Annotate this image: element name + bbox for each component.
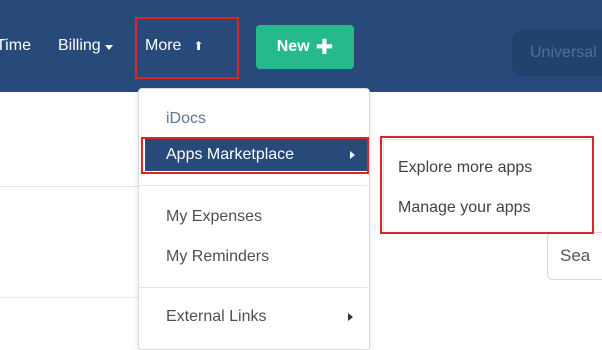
menu-item-label: iDocs: [166, 110, 207, 127]
nav-item-time-label: Time: [0, 37, 31, 54]
page-search-placeholder: Sea: [560, 246, 591, 265]
new-button-label: New: [276, 38, 310, 55]
menu-divider: [139, 287, 367, 288]
page-search-input[interactable]: Sea: [547, 232, 602, 280]
nav-item-time[interactable]: Time: [0, 0, 31, 92]
menu-item-label: My Reminders: [166, 248, 270, 265]
plus-icon: ✚: [315, 35, 334, 59]
page-divider: [0, 297, 145, 298]
new-button[interactable]: New ✚: [256, 25, 354, 69]
universal-search-input[interactable]: Universal: [512, 30, 602, 76]
menu-divider: [139, 185, 367, 186]
nav-item-billing-label: Billing: [58, 37, 101, 54]
highlight-box-more: [135, 17, 239, 79]
highlight-box-submenu: [380, 136, 594, 234]
menu-item-idocs[interactable]: iDocs: [139, 103, 367, 135]
menu-item-my-reminders[interactable]: My Reminders: [139, 241, 367, 273]
highlight-box-apps-marketplace: [141, 137, 369, 174]
page-divider: [0, 186, 145, 187]
menu-item-label: External Links: [166, 308, 267, 325]
menu-item-external-links[interactable]: External Links: [139, 301, 367, 333]
menu-item-my-expenses[interactable]: My Expenses: [139, 201, 367, 233]
universal-search-placeholder: Universal: [530, 44, 597, 61]
caret-right-icon: [348, 313, 353, 321]
menu-item-label: My Expenses: [166, 208, 263, 225]
caret-down-icon: [104, 44, 113, 50]
nav-item-billing[interactable]: Billing: [58, 0, 113, 92]
more-dropdown-menu: iDocs Apps Marketplace My Expenses My Re…: [138, 88, 370, 350]
